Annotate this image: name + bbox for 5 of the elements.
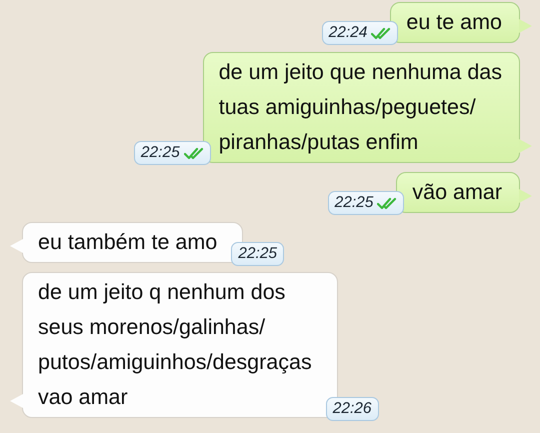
timestamp: 22:25	[231, 242, 284, 266]
timestamp: 22:24	[322, 21, 398, 45]
timestamp: 22:25	[328, 191, 404, 215]
timestamp: 22:26	[326, 397, 378, 421]
timestamp: 22:25	[134, 141, 211, 165]
